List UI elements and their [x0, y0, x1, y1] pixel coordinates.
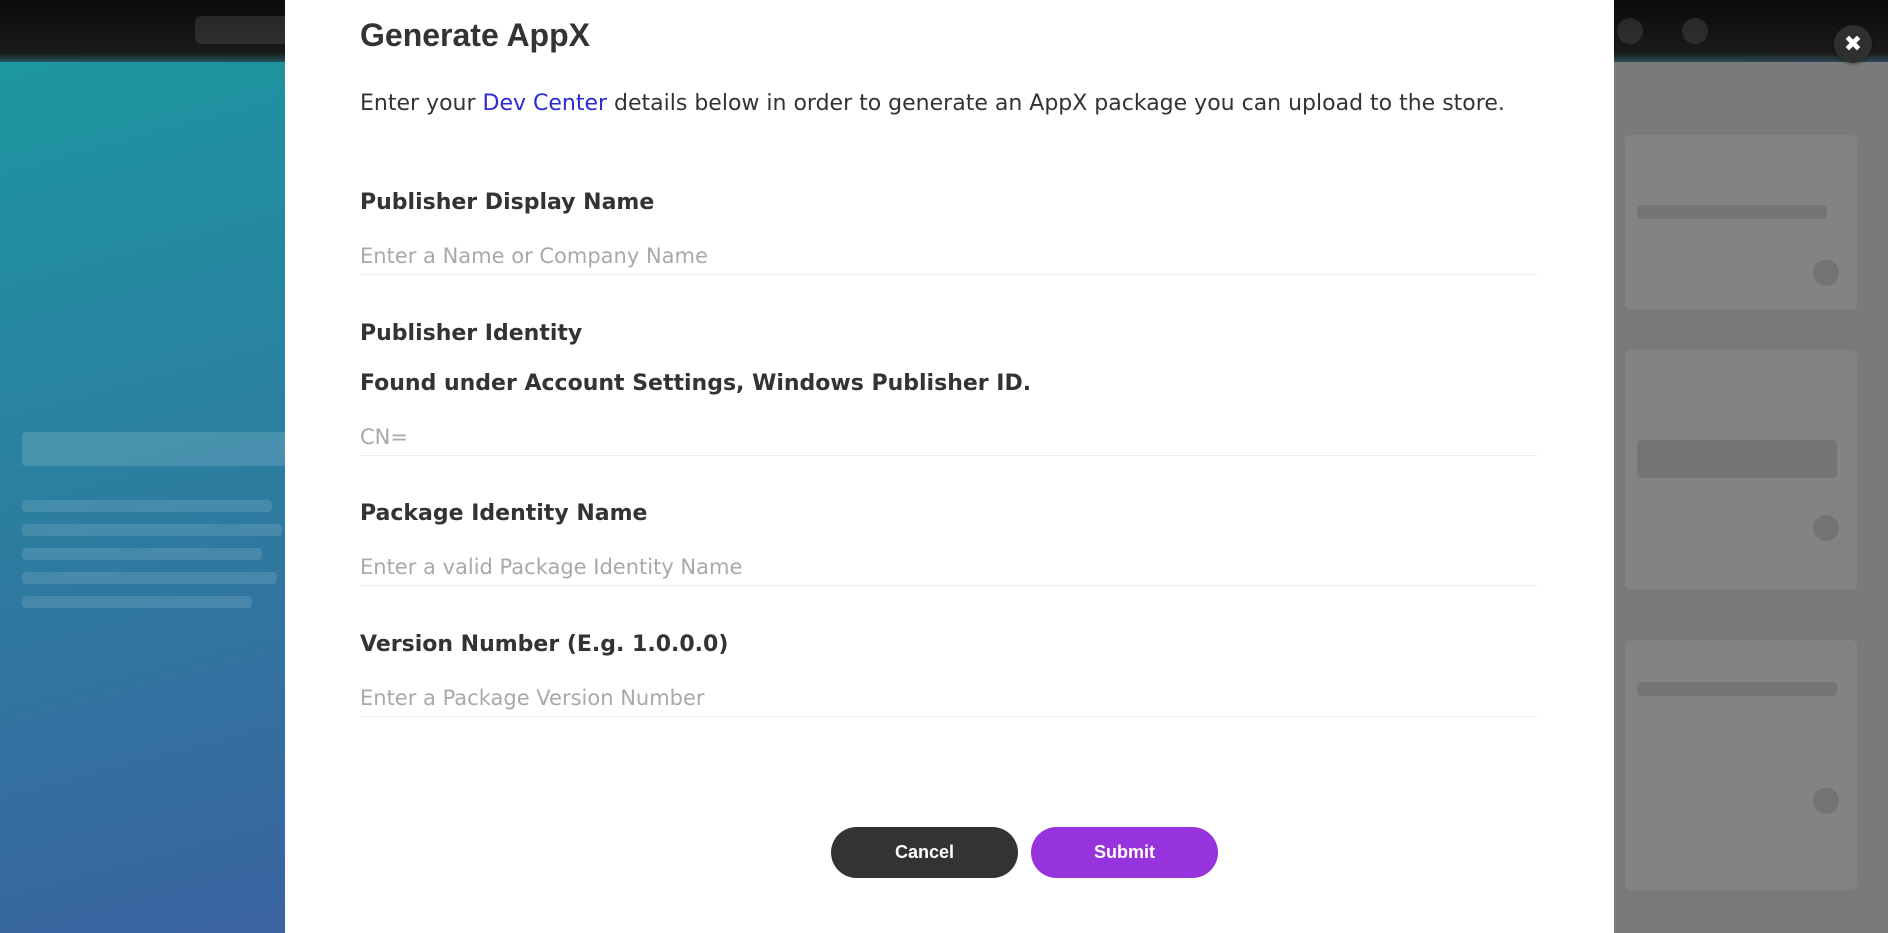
publisher-identity-hint: Found under Account Settings, Windows Pu…: [360, 371, 1032, 396]
dialog-title: Generate AppX: [360, 17, 590, 53]
close-icon: ✖: [1843, 31, 1863, 57]
package-identity-name-input[interactable]: [360, 549, 1537, 586]
background-card: [1625, 350, 1857, 590]
intro-text-after: details below in order to generate an Ap…: [607, 91, 1505, 116]
background-nav-icon: [1682, 18, 1708, 44]
background-card: [1625, 135, 1857, 310]
publisher-identity-input[interactable]: [360, 419, 1537, 456]
background-nav-icon: [1617, 18, 1643, 44]
background-text-line: [22, 500, 272, 512]
publisher-display-name-input[interactable]: [360, 238, 1537, 275]
background-text-line: [22, 572, 277, 584]
intro-text-before: Enter your: [360, 91, 483, 116]
version-number-label: Version Number (E.g. 1.0.0.0): [360, 632, 729, 657]
submit-button[interactable]: Submit: [1031, 827, 1218, 878]
close-button[interactable]: ✖: [1834, 25, 1872, 63]
dev-center-link[interactable]: Dev Center: [483, 91, 608, 116]
publisher-identity-label: Publisher Identity: [360, 321, 583, 346]
generate-appx-dialog: Generate AppX Enter your Dev Center deta…: [285, 0, 1614, 933]
background-heading: [22, 432, 292, 466]
background-text-line: [22, 524, 282, 536]
background-card: [1625, 640, 1857, 890]
package-identity-name-label: Package Identity Name: [360, 501, 648, 526]
publisher-display-name-label: Publisher Display Name: [360, 190, 655, 215]
background-text-line: [22, 548, 262, 560]
version-number-input[interactable]: [360, 680, 1537, 717]
dialog-intro: Enter your Dev Center details below in o…: [360, 91, 1505, 116]
cancel-button[interactable]: Cancel: [831, 827, 1018, 878]
background-text-line: [22, 596, 252, 608]
